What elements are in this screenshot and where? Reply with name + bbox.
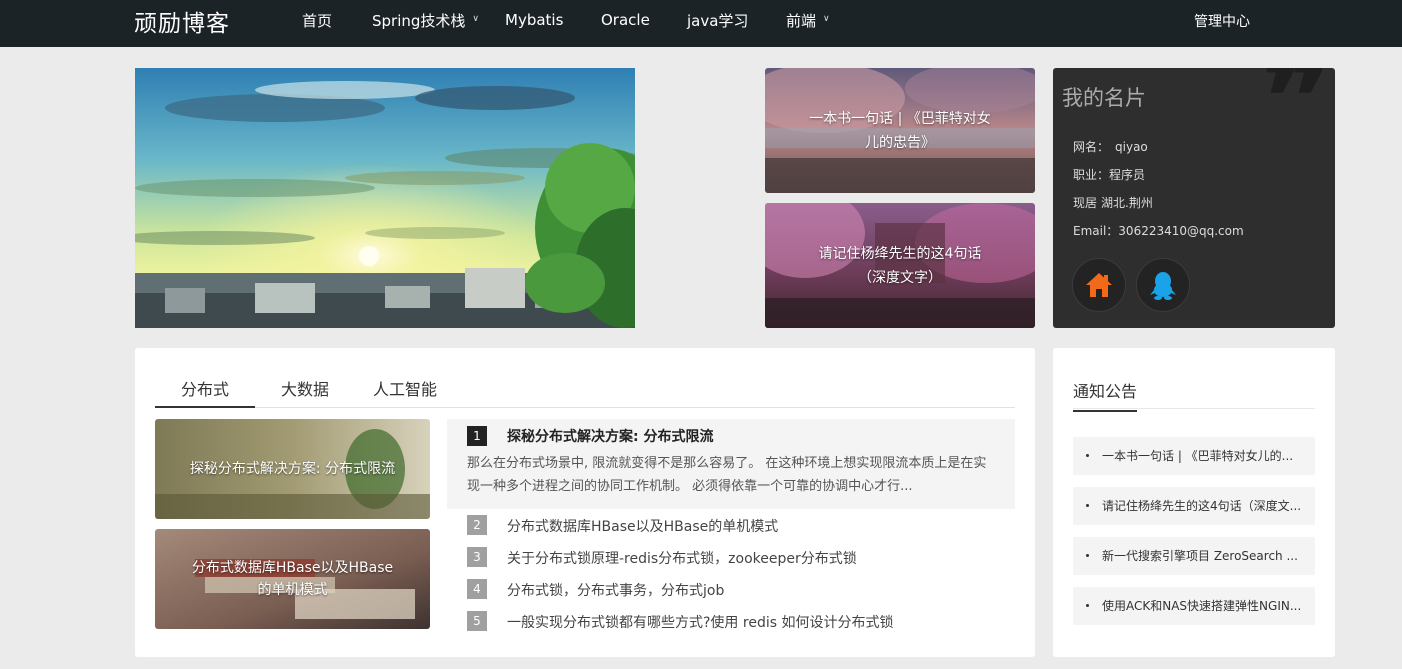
divider [1073,408,1315,409]
profile-card: ❞ 我的名片 网名： qiyao 职业：程序员 现居 湖北.荆州 Email：306… [1053,68,1335,328]
notice-item[interactable]: 一本书一句话 | 《巴菲特对女儿的... [1073,437,1315,475]
top-card-1[interactable]: 一本书一句话 | 《巴菲特对女儿的忠告》 [765,68,1035,193]
featured-article-title[interactable]: 探秘分布式解决方案: 分布式限流 [507,426,713,446]
article-thumb-2[interactable]: 分布式数据库HBase以及HBase的单机模式 [155,529,430,629]
rank-number: 1 [467,426,487,446]
top-card-title: 一本书一句话 | 《巴菲特对女儿的忠告》 [809,110,991,151]
profile-heading: 我的名片 [1062,86,1146,110]
article-link[interactable]: 分布式数据库HBase以及HBase的单机模式 [507,516,778,536]
nav-label: java学习 [687,11,749,30]
profile-row-location: 现居 湖北.荆州 [1073,196,1153,210]
notice-item[interactable]: 新一代搜索引擎项目 ZeroSearch ... [1073,537,1315,575]
chevron-down-icon: ∨ [823,14,830,24]
category-tabs: 分布式 大数据 人工智能 [155,376,1015,408]
notice-heading: 通知公告 [1073,378,1138,412]
category-panel: 分布式 大数据 人工智能 探秘分布式解决方案: 分布式限流 分布式数据库HBas… [135,348,1035,657]
nav-item-mybatis[interactable]: Mybatis [505,0,563,40]
qq-link-button[interactable] [1136,258,1190,312]
chevron-down-icon: ∨ [472,14,479,24]
bullet-icon [1086,504,1089,507]
nav-label: Mybatis [505,11,564,29]
nav-label: 首页 [302,11,333,30]
nav-label: Oracle [601,11,650,29]
nav-item-spring[interactable]: Spring技术栈 ∨ [372,0,479,40]
bullet-icon [1086,454,1089,457]
nav-item-home[interactable]: 首页 [302,0,332,40]
notice-panel: 通知公告 一本书一句话 | 《巴菲特对女儿的... 请记住杨绛先生的这4句话（深… [1053,348,1335,657]
rank-number: 3 [467,547,487,567]
featured-article-summary: 那么在分布式场景中, 限流就变得不是那么容易了。 在这种环境上想实现限流本质上是… [467,456,987,494]
tab-big-data[interactable]: 大数据 [265,376,345,408]
profile-row-email: Email：306223410@qq.com [1073,224,1244,238]
profile-row-nickname: 网名： qiyao [1073,140,1148,154]
top-card-title: 请记住杨绛先生的这4句话（深度文字） [818,245,982,286]
admin-center-link[interactable]: 管理中心 [1194,11,1250,31]
article-link[interactable]: 关于分布式锁原理-redis分布式锁，zookeeper分布式锁 [507,548,857,568]
hero-banner-image[interactable] [135,68,635,328]
bullet-icon [1086,554,1089,557]
site-logo[interactable]: 顽励博客 [134,4,230,38]
nav-label: Spring技术栈 [372,11,466,30]
article-link[interactable]: 一般实现分布式锁都有哪些方式?使用 redis 如何设计分布式锁 [507,612,893,632]
nav-item-frontend[interactable]: 前端 ∨ [786,0,830,40]
bullet-icon [1086,604,1089,607]
home-link-button[interactable] [1072,258,1126,312]
featured-article[interactable]: 1 探秘分布式解决方案: 分布式限流 那么在分布式场景中, 限流就变得不是那么容… [447,419,1015,509]
notice-item[interactable]: 使用ACK和NAS快速搭建弹性NGIN... [1073,587,1315,625]
tab-distributed[interactable]: 分布式 [155,376,255,408]
rank-number: 4 [467,579,487,599]
home-icon [1086,273,1112,297]
rank-number: 2 [467,515,487,535]
nav-item-java[interactable]: java学习 [687,0,748,40]
qq-icon [1150,272,1176,300]
tab-ai[interactable]: 人工智能 [360,376,450,408]
article-thumb-title: 分布式数据库HBase以及HBase的单机模式 [191,560,394,598]
quote-mark-icon: ❞ [1261,68,1331,173]
article-thumb-title: 探秘分布式解决方案: 分布式限流 [189,461,396,477]
notice-item[interactable]: 请记住杨绛先生的这4句话（深度文... [1073,487,1315,525]
rank-number: 5 [467,611,487,631]
profile-row-job: 职业：程序员 [1073,168,1146,182]
top-card-2[interactable]: 请记住杨绛先生的这4句话（深度文字） [765,203,1035,328]
top-navbar: 顽励博客 首页 Spring技术栈 ∨ Mybatis Oracle java学习… [0,0,1402,47]
nav-item-oracle[interactable]: Oracle [601,0,650,40]
nav-label: 前端 [786,11,817,30]
article-thumb-1[interactable]: 探秘分布式解决方案: 分布式限流 [155,419,430,519]
article-link[interactable]: 分布式锁，分布式事务，分布式job [507,580,724,600]
